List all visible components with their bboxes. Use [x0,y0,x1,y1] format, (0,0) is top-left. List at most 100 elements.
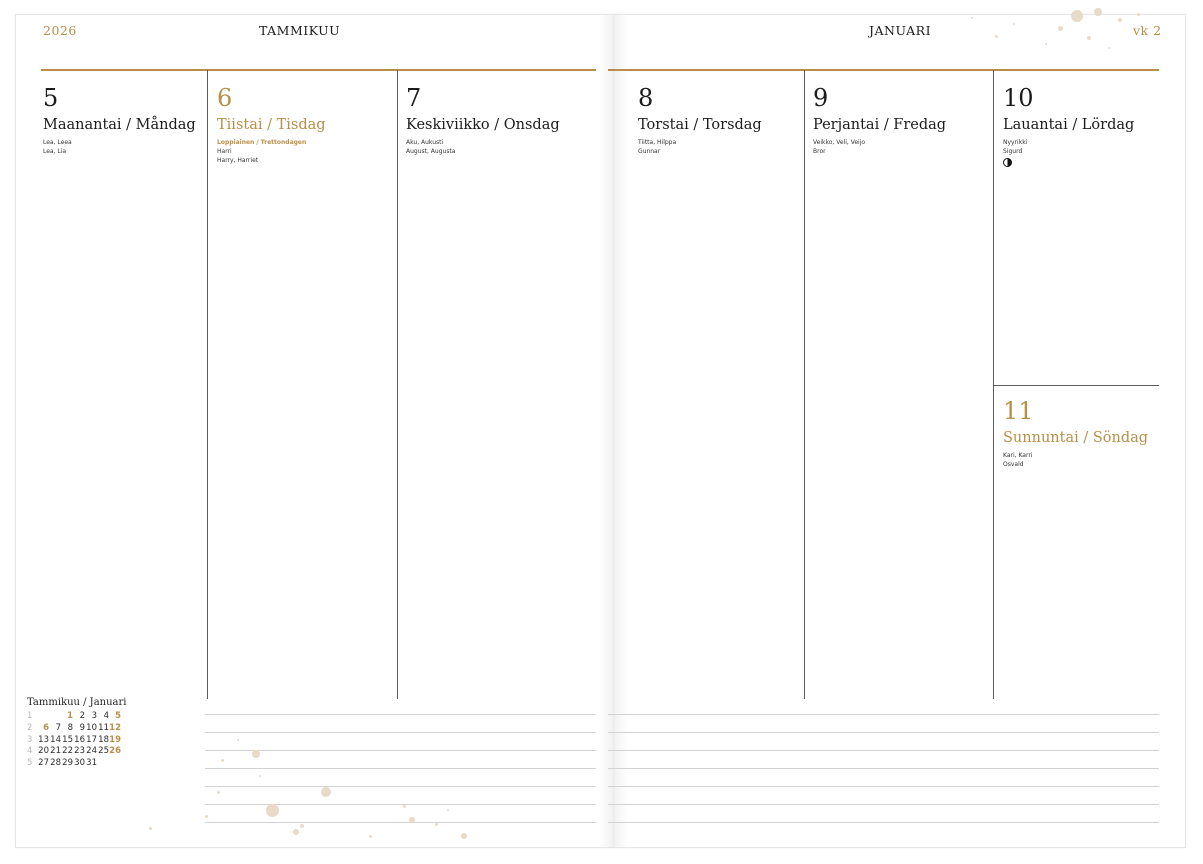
note-line [608,804,1159,805]
note-line [608,786,1159,787]
paint-dot [220,758,224,762]
day-number: 7 [406,84,422,112]
paint-dot [265,803,279,817]
day-number: 9 [813,84,829,112]
mini-calendar-day: 12 [109,722,121,733]
mini-calendar-day [97,758,109,770]
mini-calendar-day: 14 [50,734,61,745]
mini-calendar-day: 10 [86,722,97,733]
mini-calendar-day: 4 [103,711,109,721]
paint-dot [237,739,239,741]
paint-dot [1057,25,1063,31]
column-divider [397,70,398,699]
note-line [205,732,596,733]
day-cell-thursday[interactable]: 8 Torstai / Torsdag Tiitta, Hilppa Gunna… [638,84,798,156]
name-day-fi: Lea, Leea [43,139,72,146]
paint-dot [259,775,261,777]
mini-calendar-day: 13 [38,734,49,745]
name-day-sv: Bror [813,148,826,155]
paint-dot [252,750,260,758]
paint-dot [1094,8,1102,16]
name-day-sv: Harry, Harriet [217,157,259,164]
week-number: 2 [27,722,33,733]
name-day-fi: Kari, Karri [1003,452,1033,459]
name-day-list: Nyyrikki Sigurd [1003,138,1158,156]
mini-calendar-day: 2 [79,711,85,721]
paint-dot [148,826,152,830]
name-day-fi: Veikko, Veli, Veijo [813,139,866,146]
day-cell-saturday[interactable]: 10 Lauantai / Lördag Nyyrikki Sigurd [1003,84,1158,167]
mini-calendar-day: 28 [50,758,61,769]
mini-calendar-grid: 1 1 2 3 4 5 2 6 7 8 9 10 11 12 3 13 14 15 16 17 18 19 4 20 21 22 2… [27,711,126,770]
first-quarter-moon-icon [1003,158,1012,167]
day-cell-monday[interactable]: 5 Maanantai / Måndag Lea, Leea Lea, Lia [43,84,203,156]
header-rule-left [41,69,596,71]
name-day-sv: Osvald [1003,461,1024,468]
day-number: 10 [1003,84,1034,112]
note-line [205,804,596,805]
note-line [608,714,1159,715]
day-cell-sunday[interactable]: 11 Sunnuntai / Söndag Kari, Karri Osvald [1003,397,1158,469]
paint-dot [434,822,438,826]
day-number: 8 [638,84,654,112]
paint-dot [461,833,467,839]
mini-calendar-day: 26 [109,746,121,757]
paint-dot [971,17,973,19]
note-line [608,750,1159,751]
mini-calendar-day: 31 [86,758,97,769]
header-rule-right [608,69,1159,71]
mini-calendar-day: 11 [98,722,109,733]
name-day-list: Lea, Leea Lea, Lia [43,138,203,156]
mini-calendar-day: 19 [109,734,121,745]
column-divider [804,70,805,699]
month-fi-label: TAMMIKUU [259,23,341,38]
mini-calendar-day: 6 [43,722,49,733]
mini-calendar-day: 22 [62,746,73,757]
paint-dot [1045,43,1047,45]
mini-calendar-week-row: 2 6 7 8 9 10 11 12 [27,723,126,735]
name-day-list: Tiitta, Hilppa Gunnar [638,138,798,156]
mini-calendar-day: 27 [38,758,49,769]
mini-calendar-day: 18 [98,734,109,745]
name-day-list: Kari, Karri Osvald [1003,451,1158,469]
day-name: Perjantai / Fredag [813,117,947,133]
mini-calendar-day [109,758,121,770]
mini-calendar-day: 15 [62,734,73,745]
paint-dot [293,829,299,835]
note-line [608,822,1159,823]
mini-calendar-day: 29 [62,758,73,769]
name-day-sv: Sigurd [1003,148,1023,155]
day-name: Keskiviikko / Onsdag [406,117,560,133]
book-gutter [600,15,628,847]
day-cell-friday[interactable]: 9 Perjantai / Fredag Veikko, Veli, Veijo… [813,84,988,156]
paint-dot [321,787,331,797]
paint-dot [1136,12,1140,16]
paint-dot [447,809,449,811]
mini-calendar-day: 9 [79,722,85,733]
paint-dot [216,790,220,794]
paint-dot [1013,23,1015,25]
mini-calendar-day: 1 [67,711,73,721]
week-number: 1 [27,711,33,721]
mini-calendar-title: Tammikuu / Januari [27,697,127,708]
day-name: Maanantai / Måndag [43,117,196,133]
mini-calendar-day: 21 [50,746,61,757]
holiday-label: Loppiainen / Trettondagen [217,139,307,146]
note-line [608,732,1159,733]
note-line [205,822,596,823]
paint-dot [300,824,304,828]
week-label: vk 2 [1133,23,1162,38]
name-day-list: Aku, Aukusti August, Augusta [406,138,591,156]
day-cell-tuesday[interactable]: 6 Tiistai / Tisdag Loppiainen / Trettond… [217,84,392,165]
year-label: 2026 [43,23,77,38]
paint-dot [402,804,406,808]
note-line [205,714,596,715]
day-cell-wednesday[interactable]: 7 Keskiviikko / Onsdag Aku, Aukusti Augu… [406,84,591,156]
name-day-fi: Tiitta, Hilppa [638,139,677,146]
day-number: 6 [217,84,233,112]
mini-calendar-day [49,711,61,723]
paint-dot [1087,36,1091,40]
mini-calendar-day: 30 [74,758,85,769]
mini-calendar-day: 5 [115,711,121,721]
paint-dot [994,34,998,38]
